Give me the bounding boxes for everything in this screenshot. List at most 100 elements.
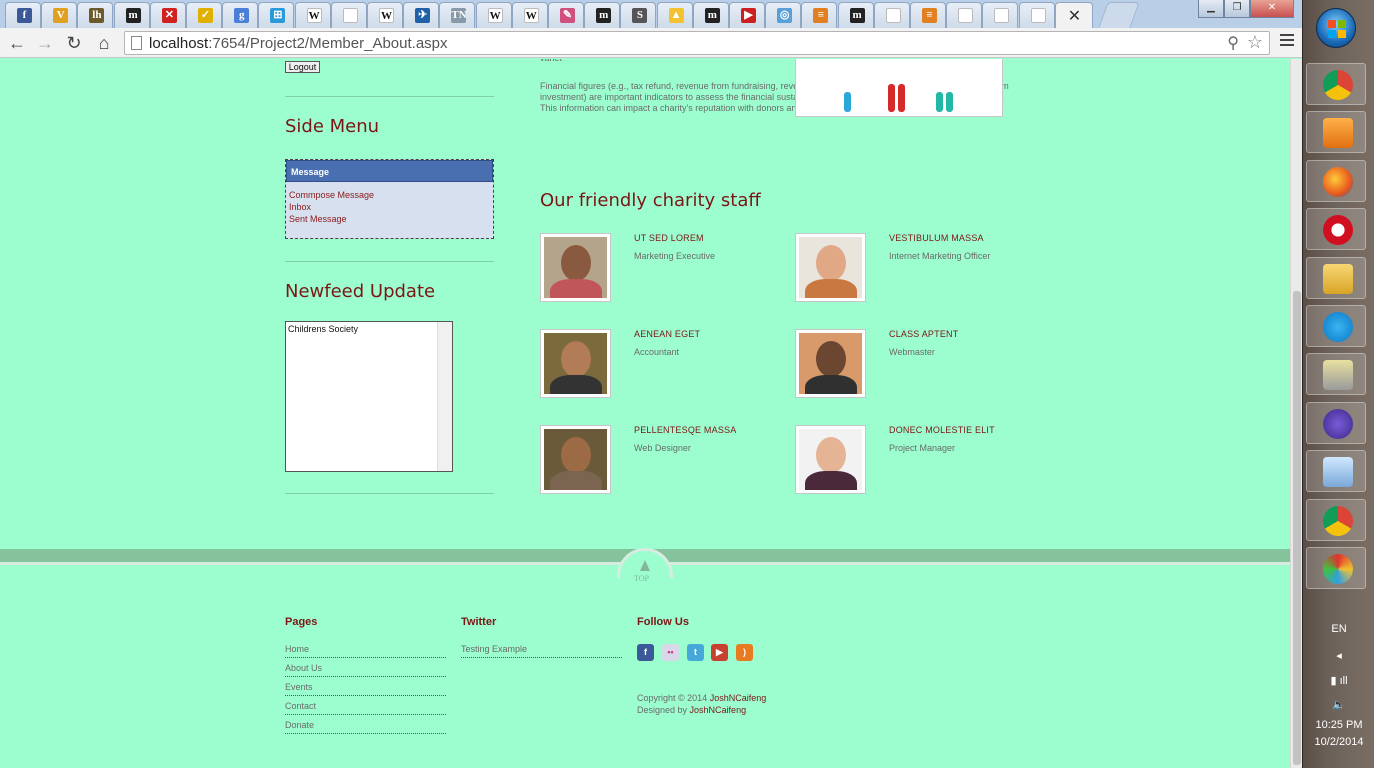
browser-tab[interactable]: f xyxy=(5,2,41,28)
footer-link-home[interactable]: Home xyxy=(285,643,446,658)
back-icon[interactable]: ← xyxy=(6,32,28,54)
clock-date[interactable]: 10/2/2014 xyxy=(1303,736,1374,748)
browser-tab[interactable]: m xyxy=(113,2,150,28)
staff-name: PELLENTESQE MASSA xyxy=(634,425,737,435)
footer-link-contact[interactable]: Contact xyxy=(285,700,446,715)
footer-link-events[interactable]: Events xyxy=(285,681,446,696)
red-x-icon: ✕ xyxy=(161,8,177,23)
active-tab[interactable]: ✕ xyxy=(1054,2,1093,29)
opera-icon xyxy=(1323,215,1353,246)
newsfeed-listbox[interactable]: Childrens Society xyxy=(285,321,453,472)
browser-tab[interactable]: ◎ xyxy=(765,2,802,28)
back-to-top-button[interactable]: TOP xyxy=(617,548,673,583)
taskbar-button[interactable] xyxy=(1306,256,1366,299)
forward-icon[interactable]: → xyxy=(34,32,56,54)
facebook-icon[interactable]: f xyxy=(637,644,654,661)
clock-time[interactable]: 10:25 PM xyxy=(1303,719,1374,731)
footer-link-about[interactable]: About Us xyxy=(285,662,446,677)
address-bar[interactable]: localhost:7654/Project2/Member_About.asp… xyxy=(124,31,1270,55)
taskbar-button[interactable] xyxy=(1306,450,1366,493)
staff-photo xyxy=(795,425,866,494)
browser-tab[interactable]: ✕ xyxy=(149,2,186,28)
compose-message-link[interactable]: Commpose Message xyxy=(286,189,493,201)
browser-tab[interactable] xyxy=(1018,2,1055,28)
taskbar-button[interactable] xyxy=(1306,305,1366,347)
footer-link-donate[interactable]: Donate xyxy=(285,719,446,734)
designer-name[interactable]: JoshNCaifeng xyxy=(690,705,747,715)
taskbar-button[interactable] xyxy=(1306,401,1366,444)
tray-expand-icon[interactable]: ◂ xyxy=(1303,649,1374,662)
home-icon[interactable]: ⌂ xyxy=(93,32,115,54)
browser-tab[interactable]: TN xyxy=(439,2,476,28)
browser-tab[interactable]: W xyxy=(511,2,548,28)
browser-tab[interactable]: W xyxy=(475,2,512,28)
browser-tab[interactable] xyxy=(946,2,983,28)
m-icon: m xyxy=(125,8,141,23)
check-icon: ✓ xyxy=(198,8,213,23)
flickr-icon[interactable]: •• xyxy=(662,644,679,661)
browser-tab[interactable]: g xyxy=(222,2,259,28)
twitter-icon[interactable]: t xyxy=(687,644,704,661)
listbox-scrollbar[interactable] xyxy=(437,322,452,471)
rss-icon[interactable]: ) xyxy=(736,644,753,661)
language-indicator[interactable]: EN xyxy=(1303,623,1374,635)
staff-card: VESTIBULUM MASSA Internet Marketing Offi… xyxy=(795,233,1045,313)
wikipedia-icon: W xyxy=(379,8,394,23)
page-scrollbar[interactable] xyxy=(1290,59,1302,768)
browser-tab[interactable]: S xyxy=(620,2,657,28)
browser-tab[interactable]: W xyxy=(367,2,403,28)
browser-tab[interactable]: ≡ xyxy=(910,2,946,28)
taskbar-button[interactable] xyxy=(1306,547,1366,589)
taskbar-button[interactable] xyxy=(1306,208,1366,251)
taskbar-button[interactable] xyxy=(1306,111,1366,154)
browser-tab[interactable]: ▲ xyxy=(656,2,693,28)
page-icon xyxy=(885,8,901,23)
zoom-icon[interactable]: ⚲ xyxy=(1227,33,1239,53)
browser-tab[interactable] xyxy=(330,2,367,28)
browser-tab[interactable]: ✈ xyxy=(403,2,440,28)
browser-tab[interactable]: m xyxy=(692,2,729,28)
network-icon[interactable]: ▮ ıll xyxy=(1303,674,1374,687)
maximize-button[interactable]: ❐ xyxy=(1224,0,1250,18)
tab-strip: f Vlh m ✕ ✓ g ⊞ W W ✈ TN W W ✎ m S ▲ m ▶ ◎ ≡ m ≡ ✕ xyxy=(0,0,1302,29)
browser-tab[interactable]: lh xyxy=(77,2,114,28)
browser-tab[interactable]: ≡ xyxy=(801,2,838,28)
browser-tab[interactable]: ✎ xyxy=(548,2,584,28)
taskbar-button[interactable] xyxy=(1306,63,1366,105)
browser-tab[interactable]: W xyxy=(294,2,331,28)
copyright-name[interactable]: JoshNCaifeng xyxy=(710,693,767,703)
reload-icon[interactable]: ↻ xyxy=(63,32,85,54)
url-text[interactable]: localhost:7654/Project2/Member_About.asp… xyxy=(149,35,448,52)
logout-button[interactable]: Logout xyxy=(285,61,320,73)
newsfeed-item[interactable]: Childrens Society xyxy=(288,324,358,334)
scrollbar-thumb[interactable] xyxy=(1293,291,1301,765)
bookmark-star-icon[interactable]: ☆ xyxy=(1247,32,1263,53)
browser-tab[interactable]: ⊞ xyxy=(258,2,295,28)
new-tab-button[interactable] xyxy=(1098,2,1140,28)
browser-tab[interactable]: V xyxy=(41,2,78,28)
charity-hero-image xyxy=(795,59,1003,117)
browser-tab[interactable]: m xyxy=(837,2,874,28)
inbox-link[interactable]: Inbox xyxy=(286,201,493,213)
page-icon xyxy=(994,8,1010,23)
wikipedia-icon: W xyxy=(306,8,322,23)
twitter-item[interactable]: Testing Example xyxy=(461,643,622,658)
chrome-menu-icon[interactable] xyxy=(1280,34,1294,48)
browser-tab[interactable] xyxy=(873,2,910,28)
close-window-button[interactable]: ✕ xyxy=(1250,0,1294,18)
taskbar-button[interactable] xyxy=(1306,498,1366,541)
taskbar-button[interactable] xyxy=(1306,159,1366,202)
start-button[interactable] xyxy=(1316,8,1356,48)
browser-tab[interactable]: m xyxy=(584,2,621,28)
minimize-button[interactable]: ▁ xyxy=(1198,0,1224,18)
taskbar-button[interactable] xyxy=(1306,353,1366,396)
browser-tab[interactable]: ▶ xyxy=(729,2,765,28)
browser-tab[interactable]: ✓ xyxy=(186,2,222,28)
page-icon xyxy=(131,36,142,50)
sent-message-link[interactable]: Sent Message xyxy=(286,213,493,225)
browser-tab[interactable] xyxy=(982,2,1019,28)
volume-icon[interactable]: 🔈 xyxy=(1303,698,1374,711)
close-tab-icon[interactable]: ✕ xyxy=(1068,6,1081,26)
drive-icon: ▲ xyxy=(668,8,684,23)
youtube-icon[interactable]: ▶ xyxy=(711,644,728,661)
